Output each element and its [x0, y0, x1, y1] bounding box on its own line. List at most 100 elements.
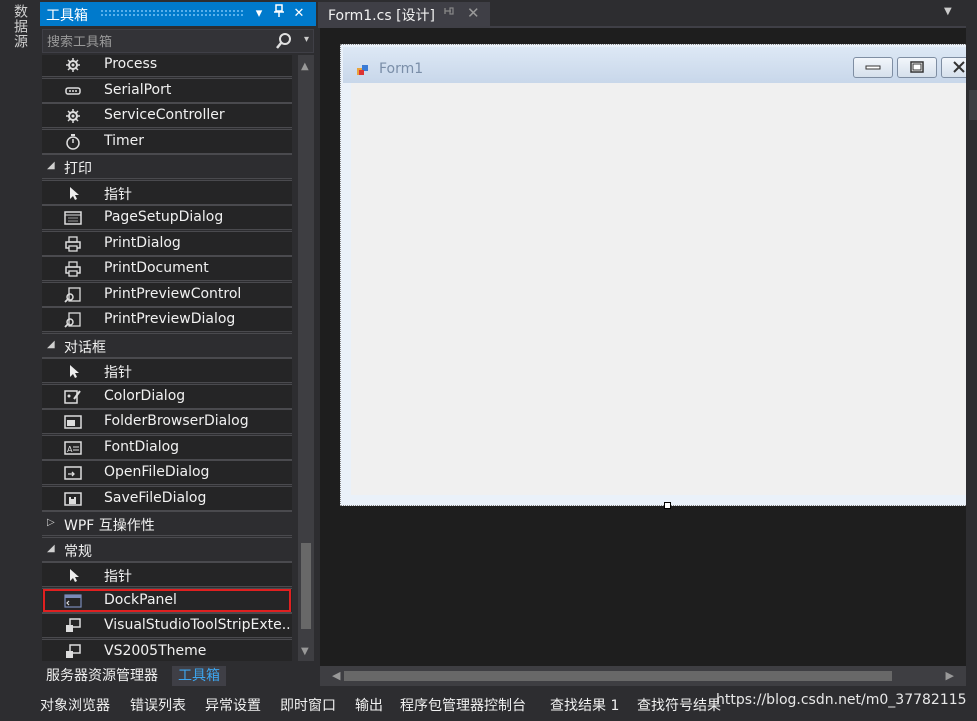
item-label: 指针: [104, 186, 132, 203]
toolbox-item-vs2005theme[interactable]: VS2005Theme: [42, 638, 292, 661]
horizontal-scrollbar[interactable]: ◀ ▶: [320, 666, 966, 686]
toolbox-item-serialport[interactable]: SerialPort: [42, 77, 292, 103]
svg-text:A: A: [67, 445, 73, 454]
close-icon[interactable]: [941, 57, 966, 78]
folder-dialog-icon: [64, 414, 82, 430]
component-icon: [64, 618, 82, 634]
toolbox-item-pagesetupdialog[interactable]: PageSetupDialog: [42, 205, 292, 230]
tab-package-manager-console[interactable]: 程序包管理器控制台: [400, 695, 526, 715]
form-preview[interactable]: Form1: [340, 44, 966, 506]
category-header[interactable]: ◢ 常规: [42, 536, 292, 562]
toolbox-item-servicecontroller[interactable]: ServiceController: [42, 103, 292, 128]
gear-icon: [64, 108, 82, 124]
tab-find-results[interactable]: 查找结果 1: [550, 695, 619, 715]
close-icon[interactable]: ✕: [290, 4, 308, 24]
expanded-arrow-icon[interactable]: ◢: [47, 543, 55, 554]
toolbox-item[interactable]: 指针: [42, 358, 292, 383]
toolbox-item-printpreviewdialog[interactable]: PrintPreviewDialog: [42, 307, 292, 332]
vertical-scrollbar[interactable]: ▲ ▼: [298, 55, 314, 661]
toolbox-item-visualstudiotoolstripexte[interactable]: VisualStudioToolStripExte...: [42, 613, 292, 638]
document-tab-strip: Form1.cs [设计] ✕: [318, 0, 966, 26]
pin-icon[interactable]: [270, 4, 288, 24]
side-tab[interactable]: [969, 90, 977, 120]
expanded-arrow-icon[interactable]: ◢: [47, 339, 55, 350]
title-grip[interactable]: [100, 9, 244, 17]
item-label: 打印: [64, 161, 92, 177]
tab-toolbox[interactable]: 工具箱: [172, 666, 226, 686]
toolbox-title: 工具箱: [46, 8, 88, 24]
serial-port-icon: [64, 83, 82, 99]
toolbox-item[interactable]: 指针: [42, 179, 292, 205]
tab-exception-settings[interactable]: 异常设置: [205, 695, 261, 715]
pointer-icon: [64, 567, 82, 583]
item-label: Process: [104, 56, 158, 72]
scroll-up-icon[interactable]: ▲: [301, 61, 309, 72]
category-header[interactable]: ◢ 对话框: [42, 332, 292, 358]
scroll-right-icon[interactable]: ▶: [946, 669, 954, 682]
search-icon[interactable]: [275, 32, 293, 50]
item-label: DockPanel: [104, 591, 177, 608]
close-icon[interactable]: ✕: [467, 4, 480, 22]
scroll-thumb[interactable]: [344, 671, 892, 681]
item-label: VS2005Theme: [104, 642, 207, 659]
toolbox-item-printdialog[interactable]: PrintDialog: [42, 230, 292, 256]
gear-icon: [64, 57, 82, 73]
chevron-down-icon[interactable]: ▾: [250, 4, 268, 24]
tab-immediate-window[interactable]: 即时窗口: [280, 695, 336, 715]
document-tab-label: Form1.cs [设计]: [328, 8, 435, 24]
scroll-left-icon[interactable]: ◀: [332, 669, 340, 682]
item-label: VisualStudioToolStripExte...: [104, 617, 290, 633]
search-input[interactable]: [43, 30, 279, 54]
left-side-strip: 数据源: [0, 0, 38, 690]
side-tab-data-sources[interactable]: 数据源: [8, 4, 30, 49]
toolbox-item-colordialog[interactable]: ColorDialog: [42, 383, 292, 409]
tab-form1-design[interactable]: Form1.cs [设计] ✕: [318, 2, 490, 26]
tab-object-browser[interactable]: 对象浏览器: [40, 695, 110, 715]
designer-surface[interactable]: Form1: [320, 28, 966, 666]
search-options-icon[interactable]: ▾: [304, 34, 309, 45]
toolbox-list: Process SerialPort ServiceController Timer ◢…: [42, 55, 294, 661]
minimize-icon[interactable]: [853, 57, 893, 78]
scroll-down-icon[interactable]: ▼: [301, 646, 309, 657]
item-label: ServiceController: [104, 107, 225, 123]
category-header[interactable]: ▷ WPF 互操作性: [42, 511, 292, 536]
tab-find-symbol-results[interactable]: 查找符号结果: [637, 695, 721, 715]
maximize-icon[interactable]: [897, 57, 937, 78]
toolbox-item-timer[interactable]: Timer: [42, 128, 292, 154]
print-preview-icon: [64, 286, 82, 303]
printer-icon: [64, 235, 82, 252]
toolbox-item-printdocument[interactable]: PrintDocument: [42, 256, 292, 281]
chevron-down-icon[interactable]: ▼: [944, 6, 952, 17]
toolbox-item-openfiledialog[interactable]: OpenFileDialog: [42, 460, 292, 485]
tab-error-list[interactable]: 错误列表: [130, 695, 186, 715]
category-header[interactable]: ◢ 打印: [42, 154, 292, 179]
tab-output[interactable]: 输出: [355, 695, 383, 715]
item-label: PrintPreviewControl: [104, 285, 242, 302]
color-dialog-icon: [64, 389, 82, 405]
tab-server-explorer[interactable]: 服务器资源管理器: [40, 666, 164, 686]
toolbox-item-dockpanel[interactable]: DockPanel: [42, 587, 292, 613]
form-client-area[interactable]: [351, 83, 966, 495]
toolbox-item-folderbrowserdialog[interactable]: FolderBrowserDialog: [42, 409, 292, 434]
item-label: 对话框: [64, 339, 106, 356]
item-label: Timer: [104, 132, 145, 149]
toolbox-item[interactable]: 指针: [42, 562, 292, 587]
item-label: SerialPort: [104, 81, 172, 98]
item-label: WPF 互操作性: [64, 518, 155, 534]
item-label: PrintDocument: [104, 260, 209, 276]
item-label: FontDialog: [104, 438, 180, 455]
expanded-arrow-icon[interactable]: ◢: [47, 160, 55, 171]
collapsed-arrow-icon[interactable]: ▷: [47, 517, 55, 528]
form-title: Form1: [379, 61, 424, 77]
stopwatch-icon: [64, 133, 82, 150]
resize-handle[interactable]: [664, 502, 671, 509]
print-preview-icon: [64, 312, 82, 328]
toolbox-item-fontdialog[interactable]: A FontDialog: [42, 434, 292, 460]
toolbox-item-printpreviewcontrol[interactable]: PrintPreviewControl: [42, 281, 292, 307]
open-file-icon: [64, 465, 82, 481]
toolbox-item-savefiledialog[interactable]: SaveFileDialog: [42, 485, 292, 511]
toolbox-item-process[interactable]: Process: [42, 55, 292, 77]
scroll-thumb[interactable]: [301, 543, 311, 629]
pin-icon[interactable]: [444, 5, 454, 20]
item-label: ColorDialog: [104, 387, 186, 404]
